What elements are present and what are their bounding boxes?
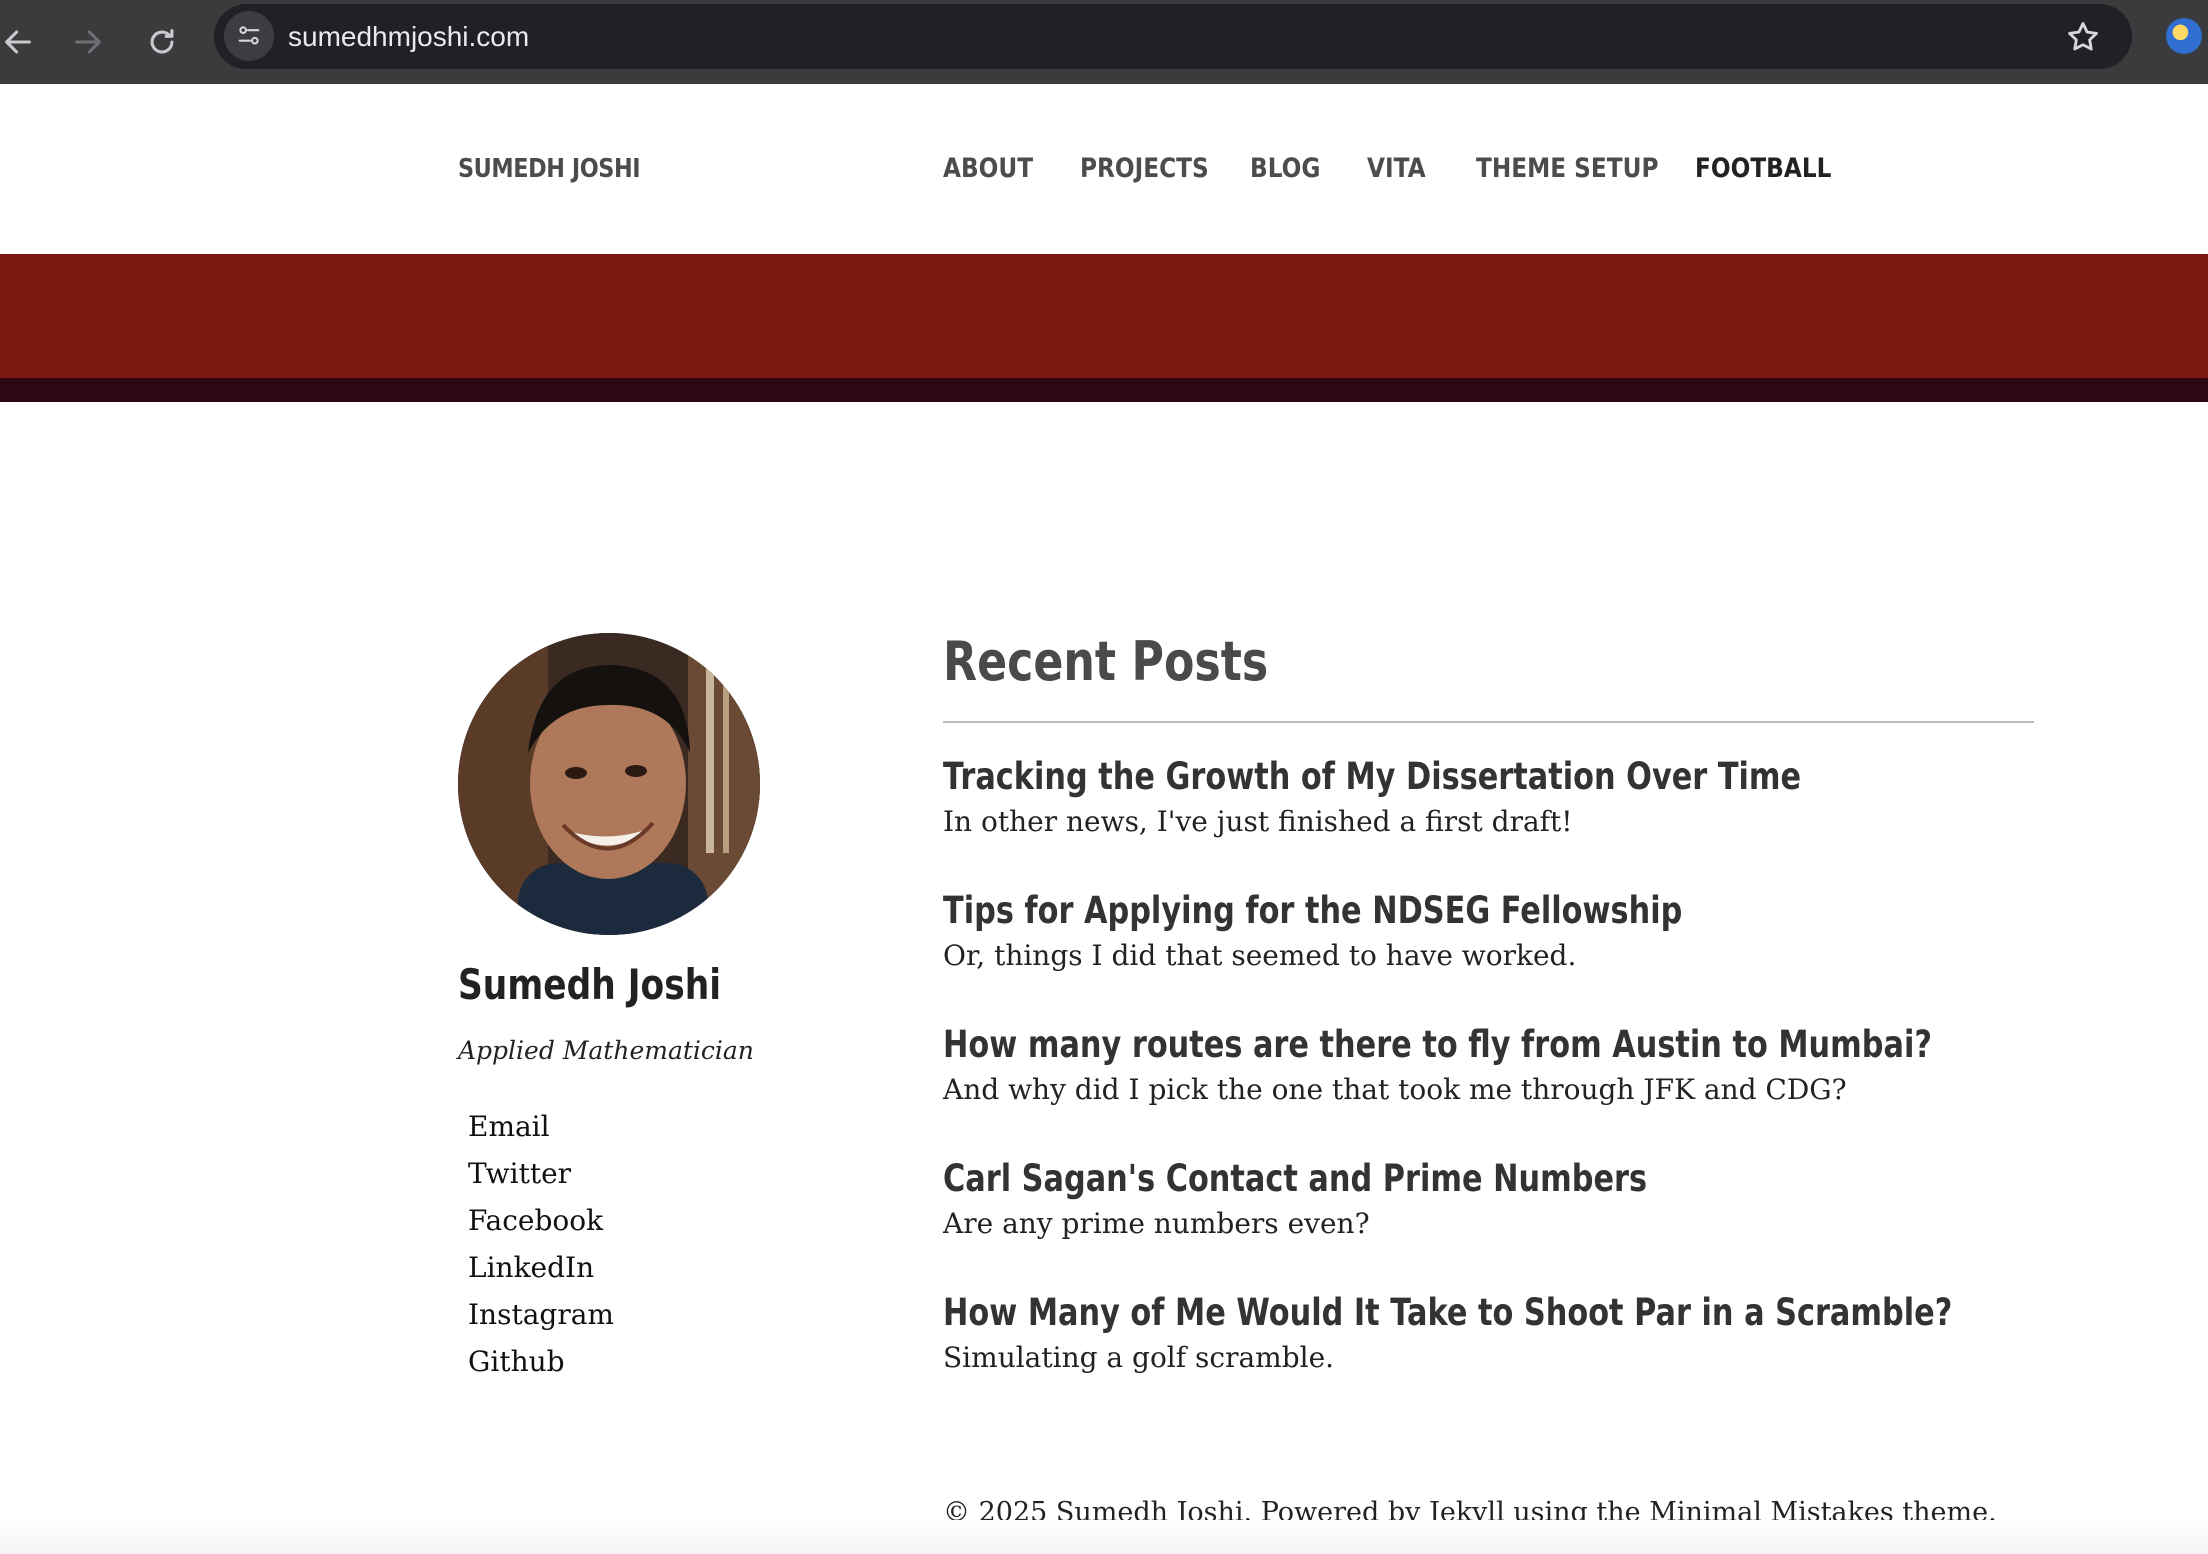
address-bar[interactable]: sumedhmjoshi.com [214,4,2132,69]
header-banner [0,254,2208,378]
post-title-link[interactable]: Tracking the Growth of My Dissertation O… [943,751,1801,803]
masthead: SUMEDH JOSHI ABOUT PROJECTS BLOG VITA TH… [0,84,2208,254]
extension-icon[interactable] [2166,18,2202,54]
instagram-link[interactable]: Instagram [468,1295,614,1342]
post-item: How many routes are there to fly from Au… [943,1019,2149,1109]
page-title: Recent Posts [943,630,1269,693]
post-title-link[interactable]: Carl Sagan's Contact and Prime Numbers [943,1153,1647,1205]
linkedin-link[interactable]: LinkedIn [468,1248,614,1295]
site-title-link[interactable]: SUMEDH JOSHI [458,84,641,254]
author-bio: Applied Mathematician [458,1036,754,1065]
post-title-link[interactable]: Tips for Applying for the NDSEG Fellowsh… [943,885,1682,937]
github-link[interactable]: Github [468,1342,614,1389]
url-text[interactable]: sumedhmjoshi.com [288,4,529,69]
browser-toolbar: sumedhmjoshi.com [0,0,2208,84]
back-arrow-icon[interactable] [0,16,44,68]
forward-arrow-icon[interactable] [62,16,114,68]
email-link[interactable]: Email [468,1107,614,1154]
post-excerpt: Or, things I did that seemed to have wor… [943,939,1577,972]
twitter-link[interactable]: Twitter [468,1154,614,1201]
post-excerpt: Are any prime numbers even? [943,1207,1370,1240]
post-excerpt: And why did I pick the one that took me … [943,1073,1847,1106]
avatar [458,633,760,935]
post-title-link[interactable]: How Many of Me Would It Take to Shoot Pa… [943,1287,1952,1339]
reload-icon[interactable] [136,16,188,68]
nav-about[interactable]: ABOUT [943,84,1033,254]
post-title-link[interactable]: How many routes are there to fly from Au… [943,1019,1932,1071]
author-links: Email Twitter Facebook LinkedIn Instagra… [468,1107,614,1389]
footer-fade [0,1520,2208,1554]
nav-football[interactable]: FOOTBALL [1695,84,1831,254]
author-name: Sumedh Joshi [458,960,722,1009]
header-banner-strip [0,378,2208,402]
post-item: Carl Sagan's Contact and Prime Numbers A… [943,1153,1802,1243]
post-excerpt: In other news, I've just finished a firs… [943,805,1573,838]
site-info-icon[interactable] [224,11,274,61]
post-item: How Many of Me Would It Take to Shoot Pa… [943,1287,2174,1377]
nav-vita[interactable]: VITA [1367,84,1426,254]
post-item: Tracking the Growth of My Dissertation O… [943,751,1989,841]
post-item: Tips for Applying for the NDSEG Fellowsh… [943,885,1845,975]
title-divider [943,721,2034,723]
bookmark-star-icon[interactable] [2064,18,2102,56]
nav-theme-setup[interactable]: THEME SETUP [1476,84,1658,254]
nav-blog[interactable]: BLOG [1250,84,1320,254]
nav-projects[interactable]: PROJECTS [1080,84,1209,254]
post-excerpt: Simulating a golf scramble. [943,1341,1335,1374]
facebook-link[interactable]: Facebook [468,1201,614,1248]
